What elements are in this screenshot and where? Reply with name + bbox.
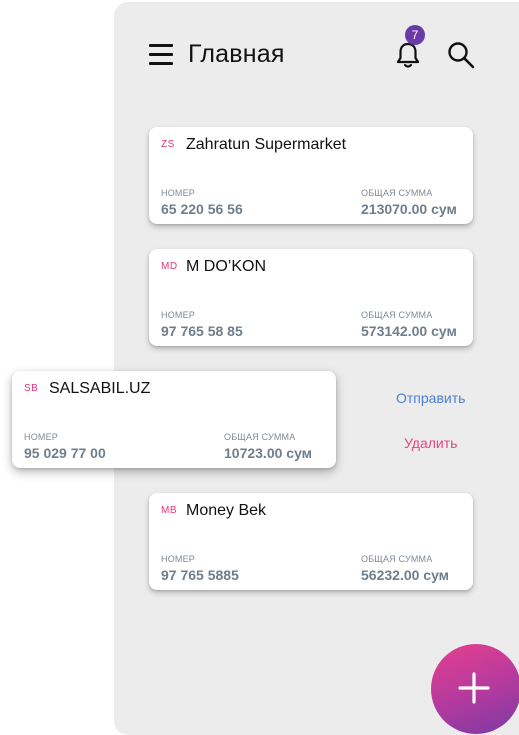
total-value: 213070.00 сум [361,201,457,217]
total-label: ОБЩАЯ СУММА [361,554,433,564]
number-value: 65 220 56 56 [161,201,243,217]
item-name: SALSABIL.UZ [49,380,151,397]
item-name: Zahratun Supermarket [186,136,347,153]
plus-icon [458,672,490,704]
list-item[interactable]: MB Money Bek НОМЕР ОБЩАЯ СУММА 97 765 58… [149,493,473,590]
list-item[interactable]: MD M DO’KON НОМЕР ОБЩАЯ СУММА 97 765 58 … [149,249,473,346]
item-initials: MB [161,505,177,516]
item-name: M DO’KON [186,258,266,275]
item-initials: SB [24,383,39,394]
number-value: 97 765 58 85 [161,323,243,339]
search-icon[interactable] [446,40,476,70]
main-screen [114,2,519,735]
item-initials: ZS [161,139,175,150]
hamburger-menu-icon[interactable] [149,44,173,66]
number-label: НОМЕР [161,310,196,320]
number-value: 97 765 5885 [161,567,239,583]
total-label: ОБЩАЯ СУММА [224,432,296,442]
notification-badge: 7 [405,25,425,45]
number-value: 95 029 77 00 [24,445,106,461]
total-label: ОБЩАЯ СУММА [361,310,433,320]
number-label: НОМЕР [24,432,59,442]
total-label: ОБЩАЯ СУММА [361,188,433,198]
delete-button[interactable]: Удалить [404,435,457,451]
list-item[interactable]: ZS Zahratun Supermarket НОМЕР ОБЩАЯ СУММ… [149,127,473,224]
number-label: НОМЕР [161,188,196,198]
total-value: 10723.00 сум [224,445,313,461]
page-title: Главная [188,40,285,68]
item-name: Money Bek [186,502,267,519]
total-value: 573142.00 сум [361,323,457,339]
item-initials: MD [161,261,178,272]
send-button[interactable]: Отправить [396,390,465,406]
total-value: 56232.00 сум [361,567,450,583]
list-item-swiped[interactable]: SB SALSABIL.UZ НОМЕР ОБЩАЯ СУММА 95 029 … [12,371,336,468]
number-label: НОМЕР [161,554,196,564]
